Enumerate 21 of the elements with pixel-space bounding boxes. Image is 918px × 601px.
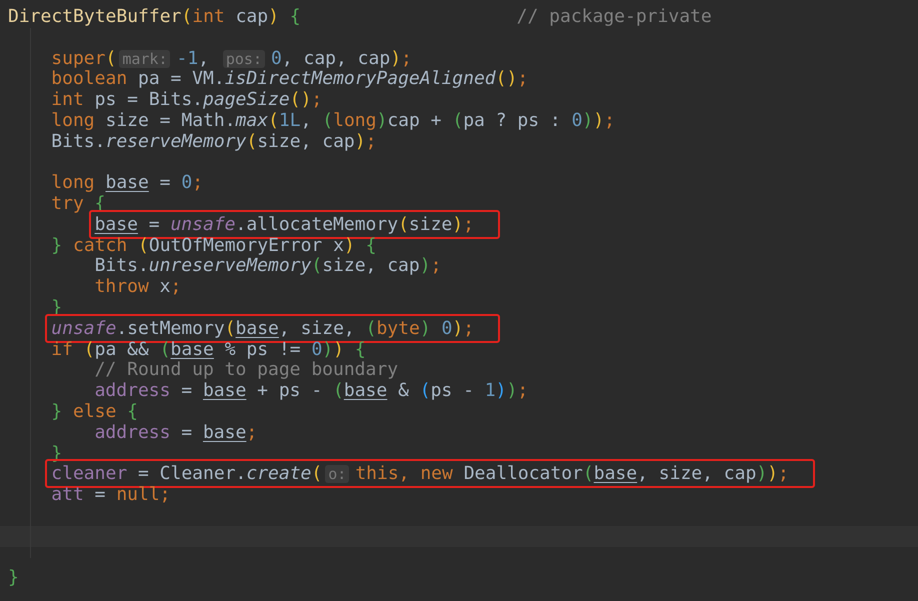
code-line: long size = Math.max(1L, (long)cap + (pa ? ps : 0)); [51, 110, 615, 131]
code-line: address = base; [94, 422, 258, 443]
code-line: } [8, 567, 19, 588]
code-line: } catch (OutOfMemoryError x) { [51, 234, 376, 256]
code-line: boolean pa = VM.isDirectMemoryPageAligned(); [51, 68, 528, 90]
code-line: base = unsafe.allocateMemory(size); [94, 214, 474, 235]
code-line: att = null; [51, 484, 171, 506]
code-line: } else { [51, 401, 138, 422]
code-comment: // package-private [516, 6, 712, 27]
code-line: if (pa && (base % ps != 0)) { [51, 338, 366, 360]
code-line: long base = 0; [51, 172, 204, 194]
code-line: // Round up to page boundary [94, 359, 398, 380]
code-line: throw x; [94, 276, 182, 298]
code-line: Bits.unreserveMemory(size, cap); [94, 255, 442, 276]
code-line: super( mark: -1, pos: 0, cap, cap); [51, 48, 412, 68]
code-line: int ps = Bits.pageSize(); [51, 89, 322, 110]
code-line: unsafe.setMemory(base, size, (byte) 0); [51, 318, 474, 339]
code-line: address = base + ps - (base & (ps - 1)); [94, 380, 528, 402]
code-line: DirectByteBuffer(int cap) { [8, 6, 301, 27]
code-line: Bits.reserveMemory(size, cap); [51, 130, 376, 152]
code-line: cleaner = Cleaner.create( o: this, new Deallocator(base, size, cap)); [51, 463, 789, 484]
